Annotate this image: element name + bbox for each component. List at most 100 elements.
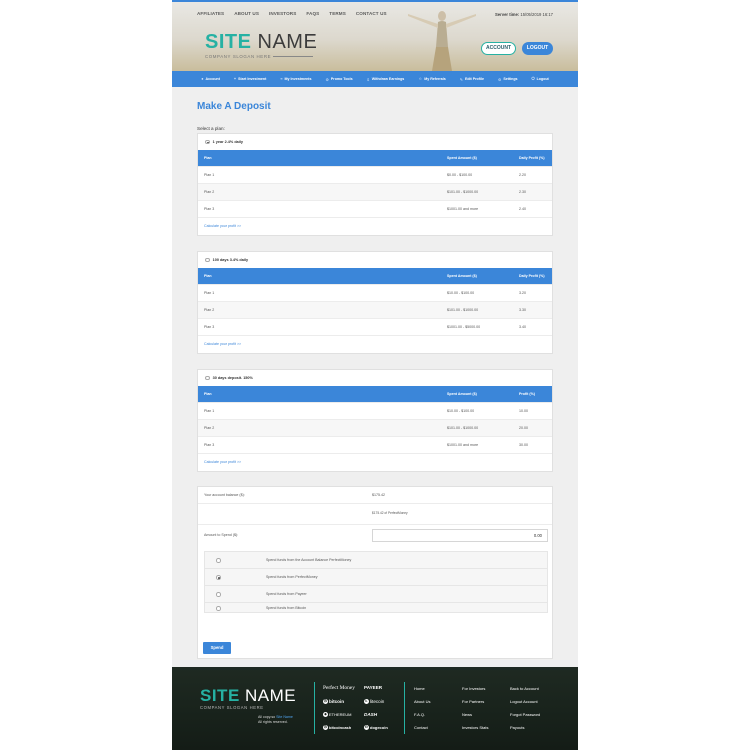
spend-option[interactable]: Spend funds from Bitcoin [205, 603, 547, 614]
footer-link-for-partners[interactable]: For Partners [462, 699, 484, 704]
menu-item-edit-profile[interactable]: ✎ Edit Profile [460, 77, 484, 82]
profit-cell: 3.40 [513, 317, 552, 335]
account-button[interactable]: ACCOUNT [481, 42, 516, 55]
table-row: Plan 2 $101.00 - $1000.00 20.00 [198, 418, 552, 436]
menu-item-label: Withdraw Earnings [371, 77, 405, 81]
plus-icon: + [233, 77, 237, 81]
site-logo[interactable]: SITE NAME COMPANY SLOGAN HERE [205, 32, 317, 59]
page: AFFILIATES ABOUT US INVESTORS FAQS TERMS… [172, 0, 578, 750]
amount-label: Amount to Spend ($): [204, 533, 239, 537]
row-divider [198, 524, 552, 525]
top-nav-investors[interactable]: INVESTORS [269, 11, 296, 16]
column-header-profit: Profit (%) [513, 386, 552, 402]
profit-cell: 2.40 [513, 199, 552, 217]
menu-item-promo-tools[interactable]: ⚙ Promo Tools [326, 77, 353, 82]
logo-site-word: SITE [200, 686, 240, 705]
plan-option[interactable]: 100 days 3.4% daily [198, 252, 552, 268]
profit-cell: 2.30 [513, 182, 552, 200]
footer-link-home[interactable]: Home [414, 686, 425, 691]
top-nav-contact[interactable]: CONTACT US [356, 11, 387, 16]
plan-card-1: 1 year 2.4% daily Plan Spent Amount ($) … [197, 133, 553, 236]
calculate-profit-link[interactable]: Calculate your profit >> [198, 335, 552, 353]
amount-cell: $101.00 - $1000.00 [441, 418, 513, 436]
logout-button[interactable]: LOGOUT [522, 42, 553, 55]
footer-link-payouts[interactable]: Payouts [510, 725, 524, 730]
plan-cell: Plan 3 [198, 317, 441, 335]
menu-item-withdraw[interactable]: ⇩ Withdraw Earnings [367, 77, 405, 82]
menu-item-settings[interactable]: ⚙ Settings [498, 77, 518, 82]
bitcoin-label: bitcoin [329, 699, 345, 704]
spend-button[interactable]: Spend [203, 642, 231, 654]
top-nav-affiliates[interactable]: AFFILIATES [197, 11, 224, 16]
select-plan-label: Select a plan: [197, 126, 225, 131]
footer-link-logout-account[interactable]: Logout Account [510, 699, 538, 704]
plan-cell: Plan 3 [198, 435, 441, 453]
list-icon: ≡ [280, 77, 283, 81]
dogecoin-logo: Đdogecoin [364, 725, 388, 731]
menu-item-referrals[interactable]: ☺ My Referrals [418, 77, 445, 81]
plan-table: Plan Spent Amount ($) Daily Profit (%) P… [198, 150, 552, 217]
plan-radio[interactable] [205, 257, 210, 263]
plan-radio[interactable] [205, 139, 210, 145]
spend-option[interactable]: Spend funds from Payeer [205, 586, 547, 603]
menu-item-logout[interactable]: ⏻ Logout [532, 77, 549, 81]
plan-cell: Plan 2 [198, 418, 441, 436]
spend-radio[interactable] [216, 592, 221, 597]
spend-radio[interactable] [216, 606, 221, 611]
menu-item-label: Account [205, 77, 220, 81]
plan-name: 1 year 2.4% daily [212, 140, 243, 144]
plan-card-3: 30 days deposit. 150% Plan Spent Amount … [197, 369, 553, 472]
profit-cell: 2.20 [513, 165, 552, 183]
footer-link-news[interactable]: News [462, 712, 472, 717]
spend-radio[interactable] [216, 558, 221, 563]
spend-option-label: Spend funds from Bitcoin [266, 606, 307, 610]
plan-option[interactable]: 30 days deposit. 150% [198, 370, 552, 386]
column-header-amount: Spent Amount ($) [441, 386, 513, 402]
footer-link-forgot-password[interactable]: Forgot Password [510, 712, 540, 717]
column-header-plan: Plan [198, 150, 441, 166]
amount-input[interactable]: 0.00 [372, 529, 548, 542]
logo-slogan: COMPANY SLOGAN HERE [205, 54, 317, 59]
amount-cell: $101.00 - $1000.00 [441, 300, 513, 318]
logo-site-word: SITE [205, 31, 252, 53]
user-icon: ● [201, 77, 204, 81]
footer-link-faq[interactable]: F.A.Q. [414, 712, 425, 717]
footer-link-about-us[interactable]: About Us [414, 699, 430, 704]
ethereum-label: ETHEREUM [329, 712, 352, 717]
calculate-profit-link[interactable]: Calculate your profit >> [198, 217, 552, 235]
footer-link-contact[interactable]: Contact [414, 725, 428, 730]
spend-option[interactable]: Spend funds from the Account Balance Per… [205, 552, 547, 569]
footer-link-investors-stats[interactable]: Investors Stats [462, 725, 488, 730]
top-nav-about[interactable]: ABOUT US [234, 11, 259, 16]
plan-option[interactable]: 1 year 2.4% daily [198, 134, 552, 150]
bitcoin-logo: ₿ bitcoin [323, 699, 345, 705]
withdraw-icon: ⇩ [366, 77, 370, 82]
perfect-money-logo: Perfect Money [323, 685, 355, 691]
table-row: Plan 1 $10.00 - $100.00 10.00 [198, 401, 552, 419]
profit-cell: 3.20 [513, 283, 552, 301]
amount-cell: $1001.00 - $5000.00 [441, 317, 513, 335]
footer-copyright: All copy.so Site Name All rights reserve… [258, 715, 293, 725]
account-menu: ● Account + Start Investment ≡ My Investmen… [172, 71, 578, 87]
calculate-profit-link[interactable]: Calculate your profit >> [198, 453, 552, 471]
spend-option-label: Spend funds from PerfectMoney [266, 575, 318, 579]
bitcoincash-icon: ₿ [323, 725, 328, 731]
copyright-site-link[interactable]: Site Name [276, 715, 293, 719]
top-nav-faqs[interactable]: FAQS [306, 11, 319, 16]
top-nav-terms[interactable]: TERMS [329, 11, 346, 16]
spend-radio[interactable] [216, 575, 221, 580]
profit-cell: 3.30 [513, 300, 552, 318]
logo-slogan-text: COMPANY SLOGAN HERE [205, 54, 272, 59]
footer-link-back-to-account[interactable]: Back to Account [510, 686, 539, 691]
menu-item-account[interactable]: ● Account [201, 77, 220, 81]
page-title: Make A Deposit [197, 101, 271, 112]
server-time-value: 15/05/2019 16:17 [520, 12, 553, 17]
menu-item-my-investments[interactable]: ≡ My Investments [280, 77, 311, 81]
plan-radio[interactable] [205, 375, 210, 381]
column-header-plan: Plan [198, 268, 441, 284]
footer-logo[interactable]: SITE NAME COMPANY SLOGAN HERE [200, 687, 296, 710]
menu-item-start-investment[interactable]: + Start Investment [234, 77, 266, 81]
footer-link-for-investors[interactable]: For Investors [462, 686, 485, 691]
deposit-form: Your account balance ($): $175.42 $175.4… [197, 486, 553, 659]
spend-option[interactable]: Spend funds from PerfectMoney [205, 569, 547, 586]
